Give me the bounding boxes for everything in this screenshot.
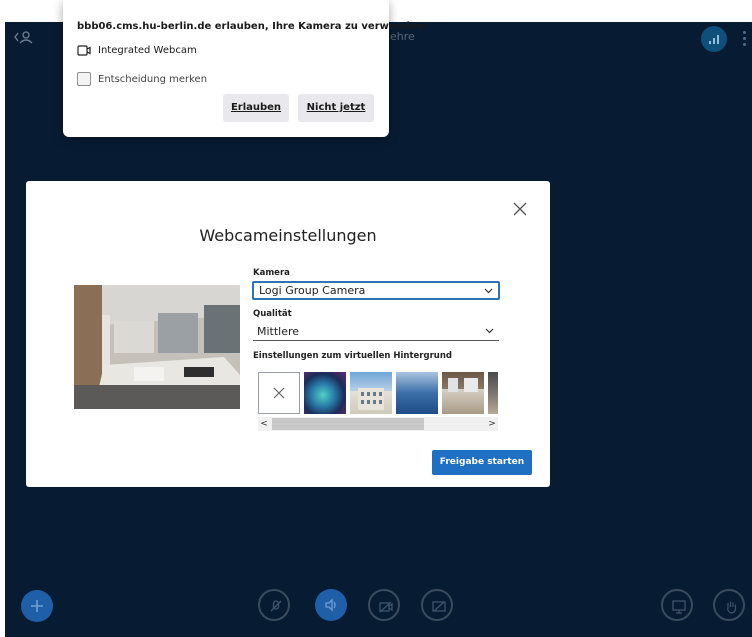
screenshare-off-icon[interactable]: [421, 589, 453, 621]
scrollbar-thumb[interactable]: [272, 418, 424, 430]
bg-thumb-blue-gradient[interactable]: [396, 372, 438, 414]
bg-thumb-office[interactable]: [442, 372, 484, 414]
allow-button[interactable]: Erlauben: [223, 94, 289, 122]
options-kebab-icon[interactable]: [743, 28, 747, 48]
remember-checkbox[interactable]: [77, 72, 91, 86]
bg-thumb-aurora[interactable]: [304, 372, 346, 414]
camera-off-icon[interactable]: [368, 589, 400, 621]
webcam-icon: [77, 45, 91, 56]
camera-permission-popup: bbb06.cms.hu-berlin.de erlauben, Ihre Ka…: [63, 0, 430, 137]
remember-decision[interactable]: Entscheidung merken: [77, 72, 207, 86]
start-sharing-button[interactable]: Freigabe starten: [432, 450, 532, 475]
actions-plus-icon[interactable]: [21, 590, 53, 622]
permission-device-label: Integrated Webcam: [98, 45, 197, 56]
bg-gallery-scrollbar[interactable]: < >: [258, 417, 498, 431]
deny-button[interactable]: Nicht jetzt: [298, 94, 374, 122]
remember-label: Entscheidung merken: [98, 73, 208, 85]
quality-label: Qualität: [253, 309, 292, 319]
virtual-bg-gallery: [258, 371, 498, 415]
bg-thumb-building[interactable]: [350, 372, 392, 414]
connection-status-icon[interactable]: [701, 26, 727, 52]
bg-thumb-none[interactable]: [258, 372, 300, 414]
camera-select[interactable]: Logi Group Camera: [252, 281, 500, 300]
webcam-settings-modal: Webcameinstellungen Kamera Logi Group Ca…: [26, 181, 550, 487]
permission-title: bbb06.cms.hu-berlin.de erlauben, Ihre Ka…: [77, 21, 430, 32]
permission-device: Integrated Webcam: [77, 45, 197, 56]
audio-icon[interactable]: [315, 589, 347, 621]
camera-select-value: Logi Group Camera: [259, 284, 366, 297]
presentation-icon[interactable]: [661, 589, 693, 621]
quality-select[interactable]: Mittlere: [253, 323, 499, 341]
camera-label: Kamera: [253, 268, 290, 278]
chevron-down-icon: [484, 288, 493, 294]
mic-off-icon[interactable]: [258, 589, 290, 621]
virtual-bg-label: Einstellungen zum virtuellen Hintergrund: [253, 351, 452, 361]
bg-thumb-window[interactable]: [488, 372, 498, 414]
scroll-left-arrow[interactable]: <: [258, 417, 270, 431]
webcam-preview: [74, 285, 240, 409]
quality-select-value: Mittlere: [257, 325, 300, 338]
raise-hand-icon[interactable]: [713, 589, 745, 621]
scroll-right-arrow[interactable]: >: [486, 417, 498, 431]
chevron-down-icon: [485, 328, 494, 334]
close-icon[interactable]: [512, 201, 528, 217]
user-list-icon[interactable]: [13, 29, 35, 45]
modal-title: Webcameinstellungen: [199, 226, 377, 245]
